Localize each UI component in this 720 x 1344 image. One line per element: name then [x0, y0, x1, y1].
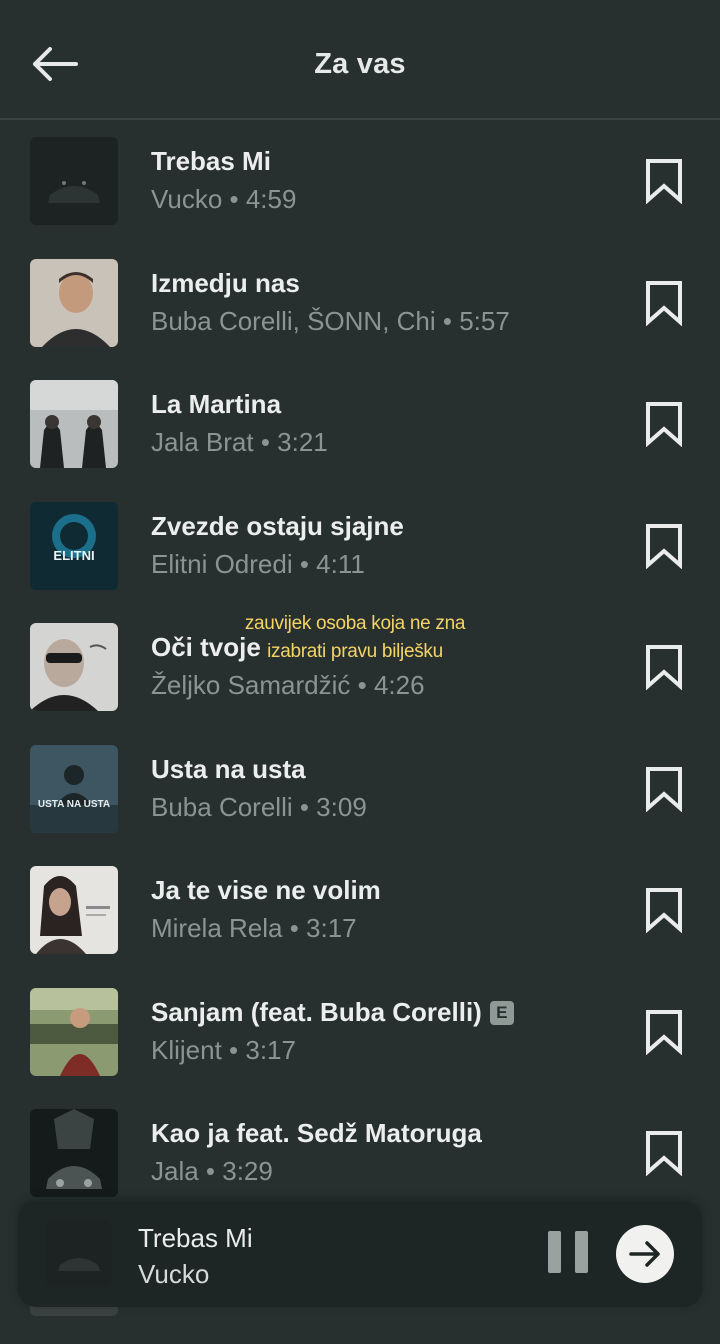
- album-art: [30, 623, 118, 711]
- bookmark-button[interactable]: [641, 521, 687, 571]
- song-row-8[interactable]: Sanjam (feat. Buba Corelli) E Klijent • 3…: [0, 971, 720, 1093]
- song-title: La Martina: [151, 389, 282, 419]
- pause-button[interactable]: [548, 1231, 588, 1277]
- album-art: USTA NA USTA: [30, 744, 118, 833]
- bookmark-button[interactable]: [641, 642, 687, 692]
- bookmark-icon: [646, 1009, 682, 1055]
- album-art: [30, 866, 118, 954]
- mini-player[interactable]: Trebas Mi Vucko: [18, 1201, 702, 1307]
- pause-icon-bar: [575, 1231, 588, 1273]
- song-title: Sanjam (feat. Buba Corelli) E: [151, 997, 514, 1028]
- bookmark-button[interactable]: [641, 764, 687, 814]
- bookmark-icon: [646, 523, 682, 569]
- explicit-badge: E: [489, 1000, 514, 1025]
- bookmark-button[interactable]: [641, 1007, 687, 1057]
- arrow-right-icon: [629, 1241, 660, 1267]
- song-list: Trebas Mi Vucko • 4:59 Izmedju nas Buba …: [0, 120, 720, 1214]
- page-title: Za vas: [314, 48, 406, 80]
- song-title: Izmedju nas: [151, 267, 300, 298]
- song-artist-duration: Željko Samardžić • 4:26: [151, 670, 425, 700]
- elitni-logo-text: ELITNI: [53, 548, 94, 563]
- album-art: [30, 987, 118, 1076]
- bookmark-icon: [646, 1131, 682, 1176]
- pause-icon: [548, 1231, 561, 1273]
- song-title: Trebas Mi: [151, 146, 271, 176]
- song-artist-duration: Buba Corelli • 3:09: [151, 791, 367, 822]
- song-artist-duration: Elitni Odredi • 4:11: [151, 548, 365, 579]
- song-row-9[interactable]: Kao ja feat. Sedž Matoruga Jala • 3:29: [0, 1092, 720, 1214]
- album-art: [30, 380, 118, 468]
- song-title: Oči tvoje: [151, 632, 261, 662]
- bookmark-button[interactable]: [641, 1128, 687, 1178]
- bookmark-icon: [646, 280, 682, 326]
- song-title: Usta na usta: [151, 753, 306, 784]
- player-album-art: [46, 1221, 112, 1287]
- song-row-4[interactable]: ELITNI Zvezde ostaju sjajne Elitni Odred…: [0, 485, 720, 607]
- song-row-2[interactable]: Izmedju nas Buba Corelli, ŠONN, Chi • 5:…: [0, 242, 720, 364]
- album-art: [30, 1109, 118, 1197]
- bookmark-icon: [646, 888, 682, 933]
- song-row-7[interactable]: Ja te vise ne volim Mirela Rela • 3:17: [0, 849, 720, 971]
- header: Za vas: [0, 0, 720, 120]
- album-art: [30, 137, 118, 225]
- song-title: Kao ja feat. Sedž Matoruga: [151, 1118, 482, 1148]
- song-row-5[interactable]: Oči tvoje Željko Samardžić • 4:26: [0, 606, 720, 728]
- song-row-6[interactable]: USTA NA USTA Usta na usta Buba Corelli •…: [0, 728, 720, 850]
- song-artist-duration: Vucko • 4:59: [151, 184, 297, 214]
- bookmark-button[interactable]: [641, 885, 687, 935]
- song-title: Ja te vise ne volim: [151, 875, 381, 905]
- usta-thumb-text: USTA NA USTA: [38, 799, 110, 810]
- next-button[interactable]: [616, 1225, 674, 1283]
- song-artist-duration: Jala Brat • 3:21: [151, 427, 328, 457]
- bookmark-button[interactable]: [641, 399, 687, 449]
- song-row-1[interactable]: Trebas Mi Vucko • 4:59: [0, 120, 720, 242]
- song-artist-duration: Mirela Rela • 3:17: [151, 913, 357, 943]
- album-art: [30, 258, 118, 347]
- song-artist-duration: Klijent • 3:17: [151, 1034, 296, 1065]
- player-artist: Vucko: [138, 1259, 210, 1289]
- bookmark-icon: [646, 402, 682, 447]
- bookmark-icon: [646, 159, 682, 204]
- player-title: Trebas Mi: [138, 1223, 253, 1253]
- song-title-text: Sanjam (feat. Buba Corelli): [151, 996, 482, 1027]
- bookmark-button[interactable]: [641, 156, 687, 206]
- song-row-3[interactable]: La Martina Jala Brat • 3:21: [0, 363, 720, 485]
- album-art: ELITNI: [30, 501, 118, 590]
- bookmark-icon: [646, 766, 682, 812]
- song-artist-duration: Jala • 3:29: [151, 1156, 273, 1186]
- bookmark-button[interactable]: [641, 278, 687, 328]
- bookmark-icon: [646, 645, 682, 690]
- song-artist-duration: Buba Corelli, ŠONN, Chi • 5:57: [151, 305, 510, 336]
- song-title: Zvezde ostaju sjajne: [151, 510, 404, 541]
